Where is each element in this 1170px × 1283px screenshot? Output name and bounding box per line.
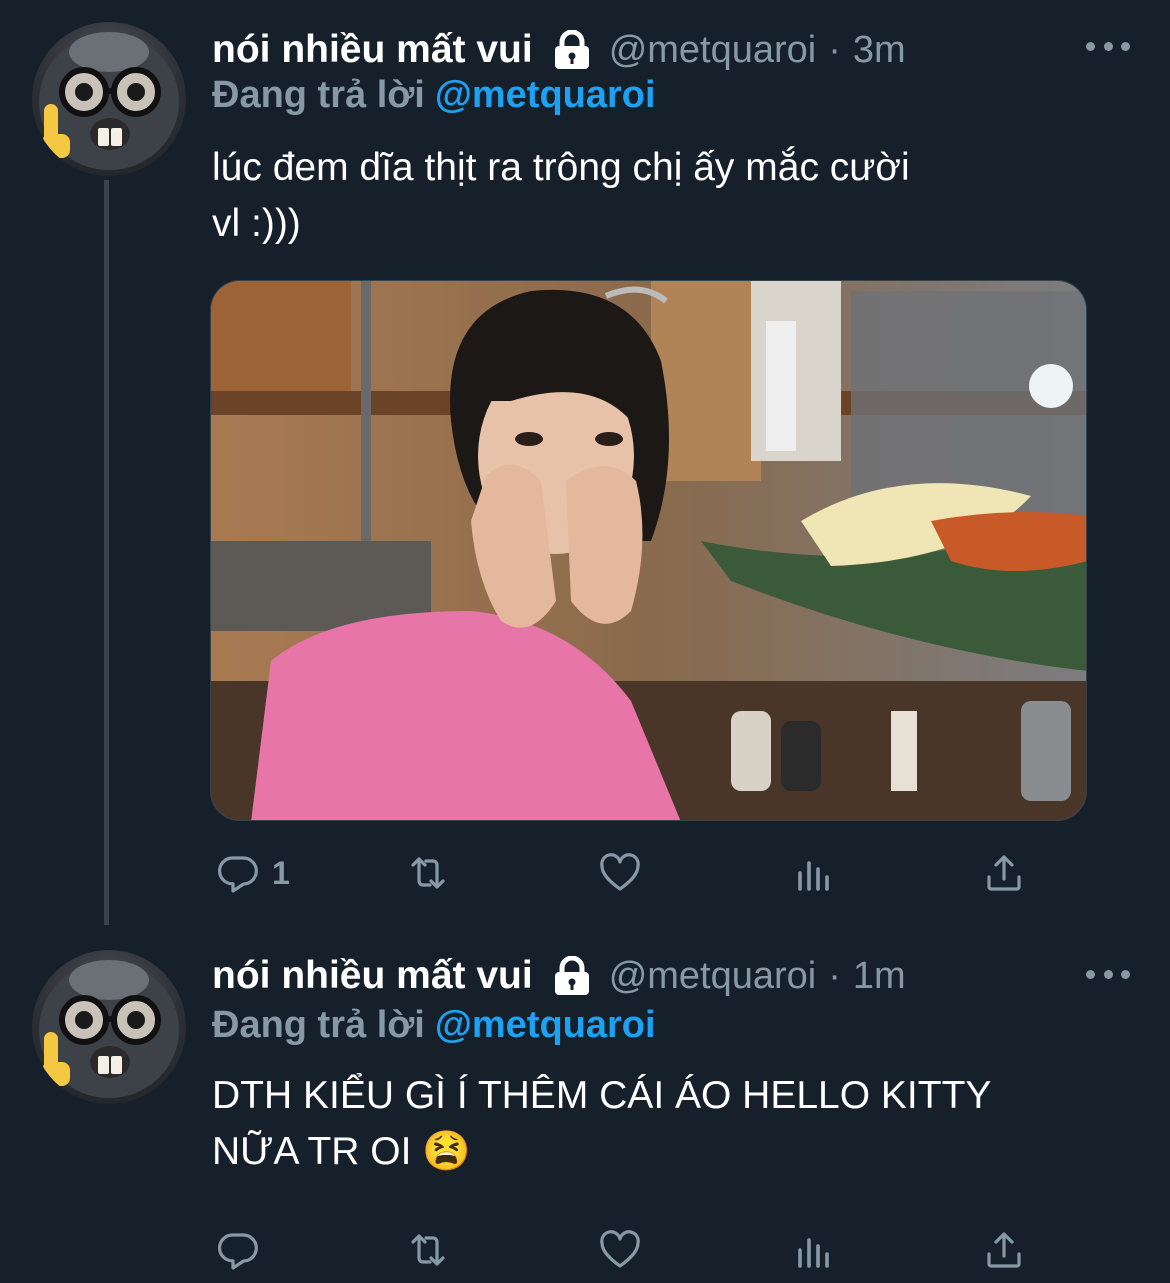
retweet-button[interactable] bbox=[404, 1225, 452, 1275]
avatar[interactable] bbox=[32, 22, 186, 176]
analytics-button[interactable] bbox=[790, 848, 838, 898]
tweet-text-line: vl :))) bbox=[212, 202, 301, 245]
retweet-icon bbox=[411, 1234, 445, 1266]
like-button[interactable] bbox=[596, 848, 644, 898]
replying-to-handle[interactable]: @metquaroi bbox=[435, 1004, 656, 1046]
tweet-photo[interactable] bbox=[210, 280, 1087, 821]
tweet-actions bbox=[212, 1225, 1032, 1275]
handle[interactable]: @metquaroi bbox=[609, 955, 817, 998]
replying-to-handle[interactable]: @metquaroi bbox=[435, 74, 656, 116]
share-icon bbox=[987, 855, 1021, 891]
retweet-button[interactable] bbox=[404, 848, 452, 898]
lock-icon bbox=[551, 29, 593, 70]
tweet-header: nói nhiều mất vui @metquaroi · 3m bbox=[212, 26, 906, 74]
tweet-text: DTH KIỂU GÌ Í THÊM CÁI ÁO HELLO KITTY NỮ… bbox=[212, 1068, 1112, 1180]
analytics-icon bbox=[798, 861, 829, 891]
more-icon[interactable] bbox=[1086, 36, 1130, 56]
tweet-text-line: DTH KIỂU GÌ Í THÊM CÁI ÁO HELLO KITTY bbox=[212, 1074, 992, 1117]
separator: · bbox=[828, 954, 841, 997]
tweet-text-line: NỮA TR OI 😫 bbox=[212, 1130, 471, 1173]
separator: · bbox=[828, 28, 841, 71]
lock-icon bbox=[551, 955, 593, 996]
analytics-icon bbox=[798, 1238, 829, 1268]
share-icon bbox=[987, 1232, 1021, 1268]
replying-to-label: Đang trả lời bbox=[212, 1004, 425, 1046]
thread-line bbox=[104, 180, 109, 925]
timestamp[interactable]: 3m bbox=[853, 29, 906, 72]
like-icon bbox=[600, 853, 640, 891]
tweet-text: lúc đem dĩa thịt ra trông chị ấy mắc cườ… bbox=[212, 140, 1112, 252]
timeline: nói nhiều mất vui @metquaroi · 3m Đang t… bbox=[0, 0, 1170, 1283]
like-button[interactable] bbox=[596, 1225, 644, 1275]
retweet-icon bbox=[411, 857, 445, 889]
tweet-header: nói nhiều mất vui @metquaroi · 1m bbox=[212, 952, 906, 1000]
tweet-text-line: lúc đem dĩa thịt ra trông chị ấy mắc cườ… bbox=[212, 146, 910, 189]
handle[interactable]: @metquaroi bbox=[609, 29, 817, 72]
reply-icon bbox=[218, 856, 258, 893]
display-name[interactable]: nói nhiều mất vui bbox=[212, 954, 533, 998]
avatar[interactable] bbox=[32, 950, 186, 1104]
share-button[interactable] bbox=[980, 848, 1028, 898]
display-name[interactable]: nói nhiều mất vui bbox=[212, 28, 533, 72]
share-button[interactable] bbox=[980, 1225, 1028, 1275]
reply-button[interactable] bbox=[214, 1225, 272, 1275]
reply-icon bbox=[218, 1233, 258, 1270]
reply-count: 1 bbox=[272, 854, 290, 891]
more-icon[interactable] bbox=[1086, 964, 1130, 984]
replying-to: Đang trả lời @metquaroi bbox=[212, 1004, 656, 1047]
timestamp[interactable]: 1m bbox=[853, 955, 906, 998]
replying-to: Đang trả lời @metquaroi bbox=[212, 74, 656, 117]
replying-to-label: Đang trả lời bbox=[212, 74, 425, 116]
reply-button[interactable]: 1 bbox=[214, 848, 290, 898]
analytics-button[interactable] bbox=[790, 1225, 838, 1275]
like-icon bbox=[600, 1230, 640, 1268]
tweet-actions: 1 bbox=[212, 848, 1032, 898]
